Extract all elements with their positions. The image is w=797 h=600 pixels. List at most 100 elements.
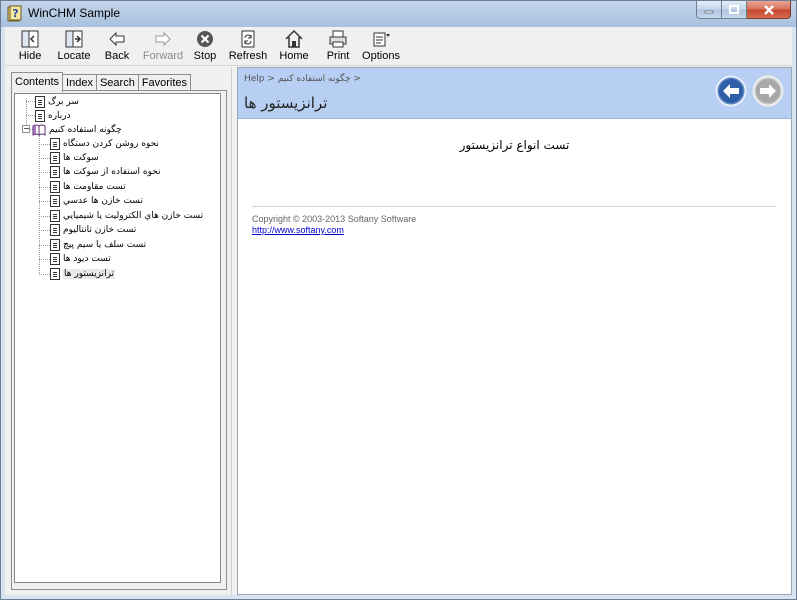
breadcrumb-root[interactable]: Help	[244, 74, 265, 84]
page-icon	[50, 268, 60, 280]
svg-text:?: ?	[12, 7, 18, 20]
print-button[interactable]: Print	[323, 29, 353, 63]
print-label: Print	[326, 50, 350, 62]
tree-connector	[39, 245, 50, 246]
topic-pane: Help > چگونه استفاده كنيم > ترانزيستور ه…	[237, 67, 792, 595]
help-book-icon: ?	[7, 5, 22, 22]
refresh-button[interactable]: Refresh	[229, 29, 267, 63]
home-icon	[285, 29, 303, 48]
contents-tree[interactable]: سر برگ درباره − چگونه استفاده کنیم نحوه …	[14, 93, 221, 583]
forward-button[interactable]: Forward	[141, 29, 185, 63]
stop-label: Stop	[193, 50, 217, 62]
tree-connector	[39, 135, 40, 275]
tree-item-label: تست ديود ها	[63, 254, 111, 264]
tree-item-resistors[interactable]: تست مقاومت ها	[50, 180, 126, 194]
previous-topic-button[interactable]	[715, 75, 747, 107]
printer-icon	[329, 30, 347, 48]
tree-item-about[interactable]: درباره	[35, 109, 71, 123]
hide-label: Hide	[18, 50, 42, 62]
locate-icon	[65, 30, 83, 48]
caption-buttons	[696, 1, 791, 20]
home-button[interactable]: Home	[277, 29, 311, 63]
tree-item-sockets[interactable]: سوکت ها	[50, 151, 99, 165]
tree-item-label: تست خازن ها عدسي	[63, 196, 143, 206]
title-bar[interactable]: ? WinCHM Sample	[1, 1, 796, 27]
open-book-icon	[32, 124, 46, 136]
breadcrumb: Help > چگونه استفاده كنيم >	[244, 74, 361, 84]
page-icon	[50, 239, 60, 251]
tree-connector	[26, 115, 35, 116]
forward-arrow-icon	[155, 31, 171, 47]
tree-item-tantalum-capacitors[interactable]: تست خازن تانتاليوم	[50, 223, 136, 237]
page-icon	[50, 210, 60, 222]
page-icon	[50, 195, 60, 207]
stop-icon	[197, 31, 213, 47]
tree-connector	[39, 216, 50, 217]
refresh-label: Refresh	[228, 50, 268, 62]
tab-search[interactable]: Search	[95, 74, 139, 91]
back-label: Back	[104, 50, 130, 62]
tab-contents[interactable]: Contents	[11, 72, 64, 92]
locate-label: Locate	[57, 50, 91, 62]
options-button[interactable]: Options	[361, 29, 401, 63]
tree-connector	[26, 101, 35, 102]
minimize-button[interactable]	[696, 1, 722, 19]
stop-button[interactable]: Stop	[191, 29, 219, 63]
back-button[interactable]: Back	[101, 29, 133, 63]
topic-header: Help > چگونه استفاده كنيم > ترانزيستور ه…	[238, 68, 791, 119]
tree-item-label: درباره	[48, 111, 71, 121]
toolbar: Hide Locate Back Forward Stop Refresh Ho…	[5, 27, 792, 66]
close-icon	[763, 4, 774, 15]
forward-label: Forward	[142, 50, 184, 62]
nav-tabs: Contents Index Search Favorites	[11, 72, 192, 92]
page-icon	[35, 110, 45, 122]
tree-item-ceramic-capacitors[interactable]: تست خازن ها عدسي	[50, 194, 143, 208]
tab-favorites[interactable]: Favorites	[137, 74, 192, 91]
hide-button[interactable]: Hide	[13, 29, 47, 63]
tree-connector	[39, 259, 50, 260]
tree-item-transistors[interactable]: ترانزيستور ها	[50, 267, 116, 281]
tree-folder-label: چگونه استفاده کنیم	[49, 125, 122, 135]
breadcrumb-separator: >	[353, 74, 361, 84]
next-topic-button[interactable]	[752, 75, 784, 107]
tree-item-using-sockets[interactable]: نحوه استفاده از سوکت ها	[50, 165, 161, 179]
window-title: WinCHM Sample	[28, 6, 121, 20]
tree-item-header[interactable]: سر برگ	[35, 95, 79, 109]
tree-folder-how-to-use[interactable]: چگونه استفاده کنیم	[32, 123, 122, 137]
app-window: ? WinCHM Sample Hide Locate Back Forward…	[0, 0, 797, 600]
breadcrumb-separator: >	[267, 74, 275, 84]
locate-button[interactable]: Locate	[54, 29, 94, 63]
page-icon	[35, 96, 45, 108]
tree-item-label: نحوه روشن کردن دستگاه	[63, 139, 159, 149]
tab-index[interactable]: Index	[62, 74, 97, 91]
page-icon	[50, 224, 60, 236]
minimize-icon	[704, 10, 714, 13]
website-link[interactable]: http://www.softany.com	[252, 225, 344, 235]
tree-item-power-on[interactable]: نحوه روشن کردن دستگاه	[50, 137, 159, 151]
close-button[interactable]	[747, 1, 791, 19]
options-label: Options	[362, 50, 400, 62]
breadcrumb-item[interactable]: چگونه استفاده كنيم	[278, 74, 351, 84]
tree-item-diodes[interactable]: تست ديود ها	[50, 252, 111, 266]
tree-item-label: تست خازن هاي الكتروليت يا شيميايي	[63, 211, 204, 221]
tree-item-label: سوکت ها	[63, 153, 99, 163]
page-icon	[50, 181, 60, 193]
tree-item-label: تست مقاومت ها	[63, 182, 126, 192]
footer-divider	[252, 206, 776, 207]
client-area: Hide Locate Back Forward Stop Refresh Ho…	[5, 27, 792, 595]
refresh-icon	[241, 30, 255, 48]
collapse-toggle[interactable]: −	[22, 125, 30, 133]
maximize-button[interactable]	[722, 1, 747, 19]
tree-connector	[39, 187, 50, 188]
page-icon	[50, 253, 60, 265]
tree-item-label: نحوه استفاده از سوکت ها	[63, 167, 161, 177]
page-icon	[50, 166, 60, 178]
tree-item-label: تست سلف يا سيم پيچ	[63, 240, 147, 250]
tree-connector	[39, 172, 50, 173]
tree-item-inductors[interactable]: تست سلف يا سيم پيچ	[50, 238, 146, 252]
maximize-icon	[729, 5, 739, 14]
tree-item-electrolytic-capacitors[interactable]: تست خازن هاي الكتروليت يا شيميايي	[50, 209, 203, 223]
tree-item-label: تست خازن تانتاليوم	[63, 225, 137, 235]
tree-connector	[39, 144, 50, 145]
page-icon	[50, 138, 60, 150]
